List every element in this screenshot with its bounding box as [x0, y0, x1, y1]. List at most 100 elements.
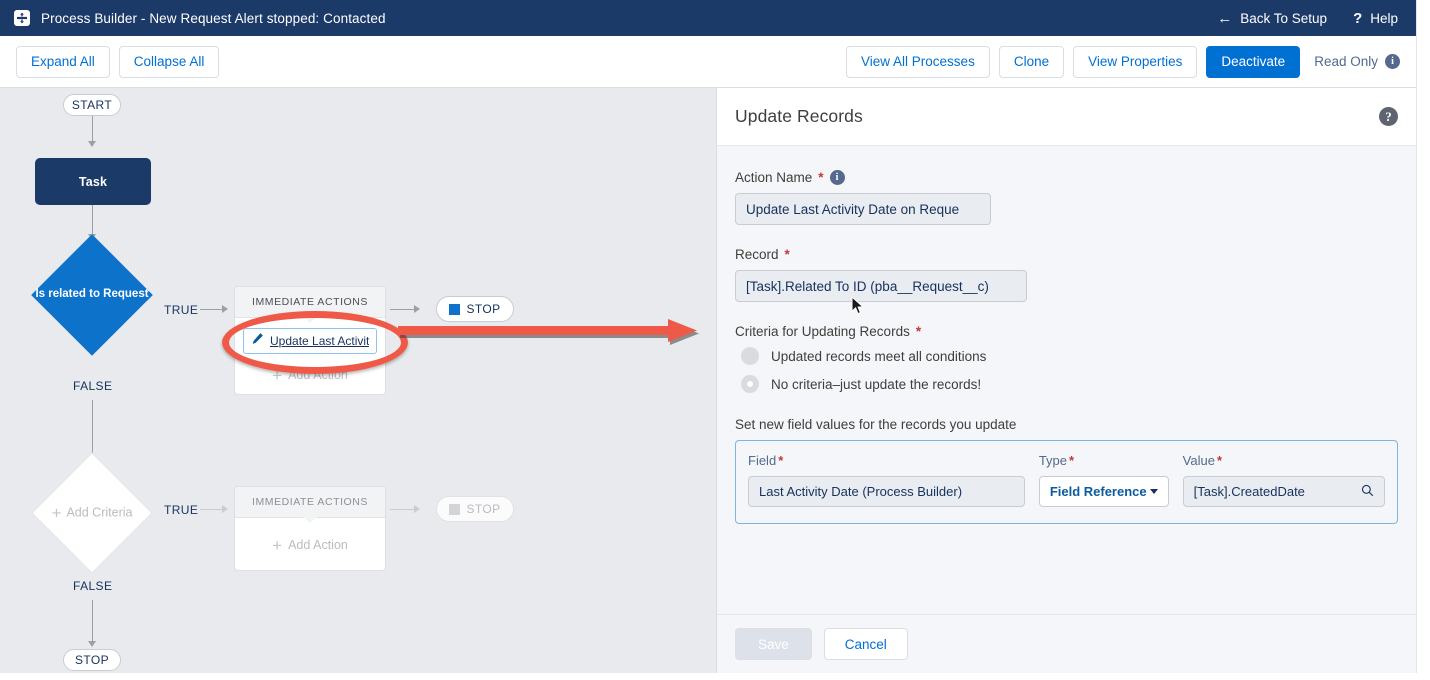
criteria-option-all-conditions[interactable]: Updated records meet all conditions: [741, 347, 1398, 365]
connector-false-2-arrowhead: [88, 641, 96, 647]
connector-true-2-arrowhead: [222, 505, 228, 513]
immediate-actions-body-1: Update Last Activit... + Add Action: [235, 318, 385, 394]
back-to-setup-link[interactable]: ← Back To Setup: [1217, 11, 1327, 26]
toolbar-left-group: Expand All Collapse All: [16, 45, 220, 78]
panel-title: Update Records: [735, 106, 863, 126]
view-properties-button[interactable]: View Properties: [1073, 45, 1198, 78]
required-marker: *: [784, 247, 790, 262]
add-action-button-2[interactable]: + Add Action: [243, 534, 377, 556]
value-input-text: [Task].CreatedDate: [1193, 484, 1305, 499]
task-label: Task: [78, 174, 108, 189]
immediate-actions-header-2: IMMEDIATE ACTIONS: [235, 487, 385, 523]
criteria-node-2-add[interactable]: + Add Criteria: [31, 452, 153, 574]
connector-true-1: [200, 309, 224, 310]
action-name-label: Action Name: [735, 170, 813, 185]
panel-body: Action Name * i Update Last Activity Date…: [717, 146, 1416, 614]
criteria-2-true-label: TRUE: [164, 503, 199, 517]
header-notch-icon: [303, 317, 317, 323]
type-column: Type * Field Reference: [1038, 453, 1169, 507]
task-node[interactable]: Task: [35, 158, 151, 205]
search-icon[interactable]: [1361, 484, 1374, 500]
title-bar: Process Builder - New Request Alert stop…: [0, 0, 1416, 36]
stop-node-2[interactable]: STOP: [436, 496, 514, 522]
record-label-row: Record *: [735, 247, 1398, 262]
connector-start-task-arrowhead: [88, 141, 96, 147]
start-node[interactable]: START: [63, 94, 121, 116]
criteria-diamond-shape: [31, 234, 153, 356]
value-column-header-label: Value: [1182, 453, 1215, 468]
connector-actions2-stop: [390, 509, 416, 510]
connector-true-1-arrowhead: [222, 305, 228, 313]
add-action-button-1[interactable]: + Add Action: [243, 364, 377, 386]
set-new-values-label: Set new field values for the records you…: [735, 417, 1017, 432]
deactivate-button[interactable]: Deactivate: [1206, 45, 1301, 78]
info-icon[interactable]: i: [829, 170, 845, 185]
radio-icon-selected: [741, 375, 759, 393]
immediate-actions-header-1: IMMEDIATE ACTIONS: [235, 287, 385, 323]
value-column: Value * [Task].CreatedDate: [1182, 453, 1385, 507]
toolbar-right-group: View All Processes Clone View Properties…: [846, 45, 1400, 78]
help-label: Help: [1370, 10, 1398, 26]
header-notch-icon: [303, 517, 317, 523]
criteria-1-true-label: TRUE: [164, 303, 199, 317]
connector-actions1-stop: [390, 309, 416, 310]
immediate-actions-body-2: + Add Action: [235, 518, 385, 570]
type-select[interactable]: Field Reference: [1038, 476, 1169, 507]
plus-icon: +: [272, 535, 283, 555]
save-button[interactable]: Save: [735, 628, 812, 660]
update-records-panel: Update Records ? Action Name * i Update L…: [716, 88, 1416, 673]
plus-icon: +: [272, 365, 283, 385]
toolbar: Expand All Collapse All View All Process…: [0, 36, 1416, 88]
value-column-header: Value *: [1183, 453, 1385, 468]
stop-label-2: STOP: [466, 502, 501, 516]
connector-task-criteria: [92, 205, 93, 235]
help-link[interactable]: ? Help: [1353, 11, 1398, 26]
collapse-all-button[interactable]: Collapse All: [118, 45, 220, 78]
connector-true-2: [200, 509, 224, 510]
info-icon[interactable]: i: [1385, 54, 1400, 69]
type-select-value: Field Reference: [1049, 484, 1147, 499]
record-input[interactable]: [Task].Related To ID (pba__Request__c): [735, 270, 1027, 302]
required-marker: *: [778, 453, 784, 468]
process-builder-icon: [14, 10, 30, 26]
field-column: Field * Last Activity Date (Process Build…: [748, 453, 1025, 507]
action-item-label: Update Last Activit...: [270, 334, 369, 348]
stop-label-1: STOP: [466, 302, 501, 316]
value-input-wrap[interactable]: [Task].CreatedDate: [1182, 476, 1385, 507]
field-value-input[interactable]: Last Activity Date (Process Builder): [748, 476, 1025, 507]
window-right-edge: [1416, 0, 1430, 680]
criteria-1-false-label: FALSE: [73, 379, 113, 393]
panel-header: Update Records ?: [717, 88, 1416, 146]
expand-all-button[interactable]: Expand All: [16, 45, 110, 78]
criteria-2-false-label: FALSE: [73, 579, 113, 593]
view-all-processes-button[interactable]: View All Processes: [846, 45, 990, 78]
read-only-label: Read Only: [1314, 54, 1378, 69]
action-name-input[interactable]: Update Last Activity Date on Reque: [735, 193, 991, 225]
question-mark-icon: ?: [1353, 9, 1363, 27]
back-to-setup-label: Back To Setup: [1240, 10, 1328, 26]
field-column-header-label: Field: [748, 453, 777, 468]
immediate-actions-card-2: IMMEDIATE ACTIONS + Add Action: [234, 486, 386, 571]
field-values-table: Field * Last Activity Date (Process Build…: [735, 440, 1398, 524]
criteria-node-1[interactable]: Is related to Request: [31, 234, 153, 356]
required-marker: *: [1216, 453, 1222, 468]
cancel-button[interactable]: Cancel: [823, 628, 908, 660]
field-column-header: Field *: [748, 453, 1025, 468]
connector-false-2: [92, 600, 93, 642]
process-canvas: START Task Is related to Request TRUE IM…: [0, 88, 716, 673]
connector-actions1-stop-arrowhead: [414, 305, 420, 313]
add-action-label-2: Add Action: [288, 538, 348, 552]
criteria-label: Criteria for Updating Records: [735, 324, 910, 339]
action-item-update-last-activity[interactable]: Update Last Activit...: [243, 328, 377, 354]
clone-button[interactable]: Clone: [998, 45, 1065, 78]
start-label: START: [71, 98, 113, 112]
process-builder-window: Process Builder - New Request Alert stop…: [0, 0, 1430, 680]
record-label: Record: [735, 247, 779, 262]
help-icon[interactable]: ?: [1379, 107, 1398, 126]
chevron-down-icon: [1149, 489, 1158, 494]
criteria-option-0-label: Updated records meet all conditions: [771, 348, 987, 364]
stop-node-3[interactable]: STOP: [63, 649, 121, 671]
stop-label-3: STOP: [74, 653, 110, 667]
stop-node-1[interactable]: STOP: [436, 296, 514, 322]
criteria-option-no-criteria[interactable]: No criteria–just update the records!: [741, 375, 1398, 393]
